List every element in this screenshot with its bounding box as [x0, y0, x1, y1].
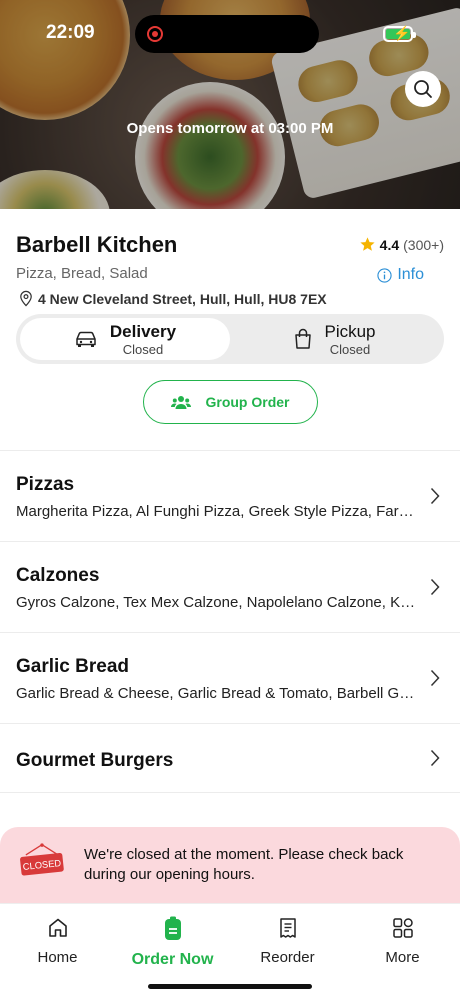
- closed-sign-icon: CLOSED: [20, 843, 64, 876]
- cuisine-list: Pizza, Bread, Salad: [16, 265, 148, 282]
- chevron-right-icon: [430, 749, 440, 767]
- shopping-bag-icon: [295, 328, 312, 349]
- category-title: Calzones: [16, 565, 100, 586]
- restaurant-name: Barbell Kitchen: [16, 232, 178, 257]
- group-icon: [171, 396, 192, 409]
- order-icon: [164, 916, 181, 940]
- restaurant-hero-image: 22:09 ⚡ Opens tomorrow at 03:00 PM: [0, 0, 460, 209]
- status-time: 22:09: [46, 22, 95, 43]
- closed-banner: CLOSED We're closed at the moment. Pleas…: [0, 827, 460, 903]
- category-title: Garlic Bread: [16, 656, 129, 677]
- location-pin-icon: [20, 290, 32, 307]
- home-icon: [48, 918, 67, 937]
- dynamic-island: [135, 15, 319, 53]
- home-indicator: [148, 984, 312, 989]
- closed-message: We're closed at the moment. Please check…: [84, 846, 404, 883]
- info-label: Info: [397, 266, 424, 283]
- tab-reorder[interactable]: Reorder: [230, 916, 345, 966]
- chevron-right-icon: [430, 578, 440, 596]
- star-icon: [360, 237, 375, 251]
- recording-icon: [147, 26, 163, 42]
- delivery-label: Delivery: [109, 321, 177, 341]
- restaurant-address: 4 New Cleveland Street, Hull, Hull, HU8 …: [18, 290, 327, 307]
- category-items: Margherita Pizza, Al Funghi Pizza, Greek…: [16, 503, 416, 520]
- battery-icon: ⚡: [383, 25, 416, 42]
- rating-value: 4.4: [379, 236, 400, 253]
- car-icon: [76, 331, 96, 347]
- menu-category-gourmet-burgers[interactable]: Gourmet Burgers: [0, 724, 460, 792]
- rating: 4.4 (300+): [359, 236, 444, 253]
- menu-category-calzones[interactable]: Calzones Gyros Calzone, Tex Mex Calzone,…: [0, 542, 460, 632]
- group-order-label: Group Order: [205, 394, 290, 410]
- info-icon: [377, 267, 392, 283]
- menu-category-pizzas[interactable]: Pizzas Margherita Pizza, Al Funghi Pizza…: [0, 451, 460, 541]
- rating-count: (300+): [403, 236, 444, 253]
- tab-label: Order Now: [131, 951, 214, 968]
- search-button[interactable]: [405, 71, 441, 107]
- pickup-option[interactable]: Pickup Closed: [230, 318, 440, 360]
- tab-label: More: [385, 949, 420, 966]
- tab-label: Home: [37, 949, 78, 966]
- tab-home[interactable]: Home: [0, 916, 115, 966]
- pickup-label: Pickup: [324, 321, 376, 341]
- search-icon: [414, 80, 432, 98]
- category-title: Gourmet Burgers: [16, 750, 174, 771]
- category-title: Pizzas: [16, 474, 75, 495]
- opening-time-text: Opens tomorrow at 03:00 PM: [126, 120, 334, 137]
- category-items: Gyros Calzone, Tex Mex Calzone, Napolela…: [16, 594, 416, 611]
- receipt-icon: [279, 918, 296, 938]
- chevron-right-icon: [430, 487, 440, 505]
- info-button[interactable]: Info: [377, 266, 424, 284]
- tab-order-now[interactable]: Order Now: [115, 916, 230, 969]
- tab-label: Reorder: [260, 949, 315, 966]
- chevron-right-icon: [430, 669, 440, 687]
- pickup-status: Closed: [329, 341, 371, 357]
- category-items: Garlic Bread & Cheese, Garlic Bread & To…: [16, 685, 416, 702]
- section-divider: [0, 792, 460, 793]
- menu-category-garlic-bread[interactable]: Garlic Bread Garlic Bread & Cheese, Garl…: [0, 633, 460, 723]
- grid-icon: [392, 918, 413, 938]
- delivery-status: Closed: [122, 341, 164, 357]
- address-text: 4 New Cleveland Street, Hull, Hull, HU8 …: [38, 290, 327, 307]
- group-order-button[interactable]: Group Order: [143, 380, 318, 424]
- fulfillment-toggle: Delivery Closed Pickup Closed: [16, 314, 444, 364]
- tab-more[interactable]: More: [345, 916, 460, 966]
- delivery-option[interactable]: Delivery Closed: [20, 318, 230, 360]
